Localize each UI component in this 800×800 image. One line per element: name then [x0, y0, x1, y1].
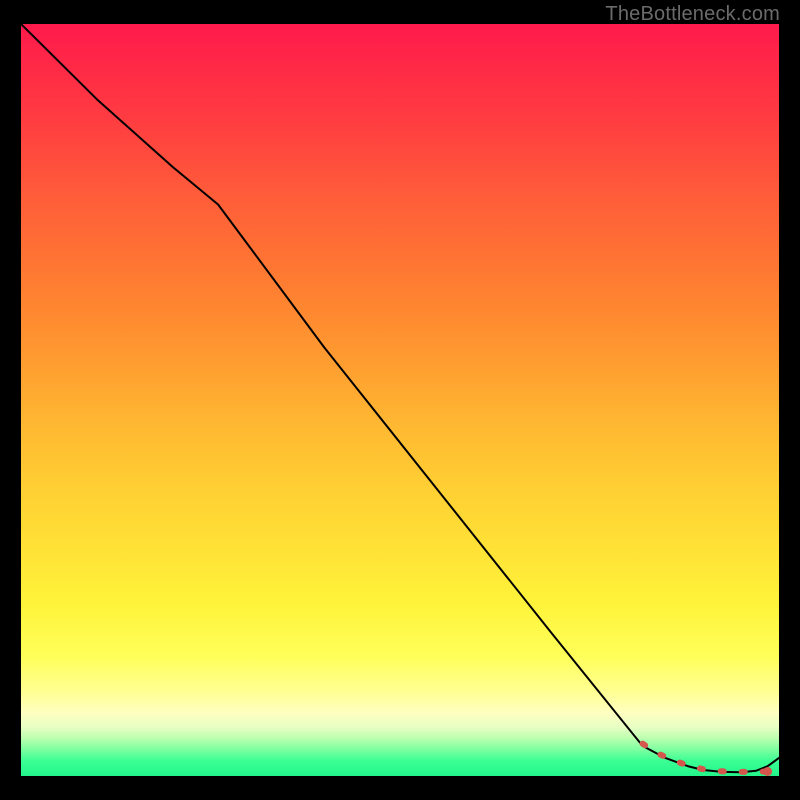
chart-gradient-panel [21, 24, 779, 776]
chart-frame: TheBottleneck.com [0, 0, 800, 800]
watermark-text: TheBottleneck.com [605, 3, 780, 26]
